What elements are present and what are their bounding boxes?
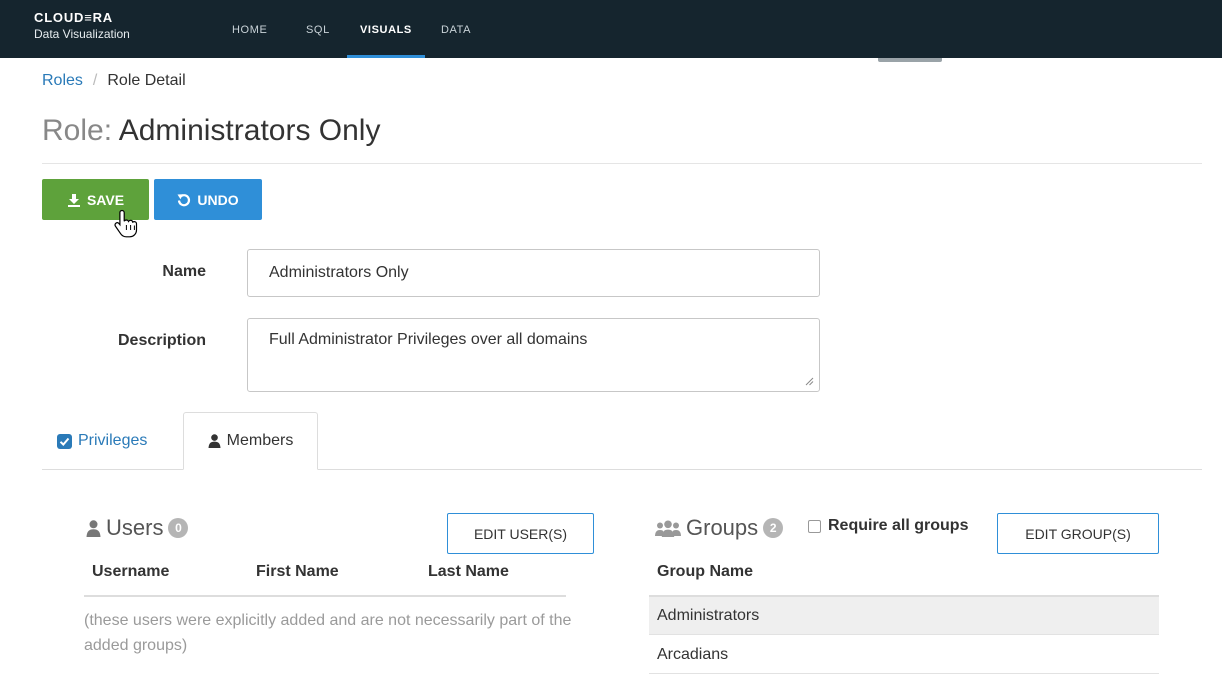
resize-grip-icon[interactable] [804, 376, 814, 386]
nav-sql[interactable]: SQL [306, 0, 330, 58]
title-divider [42, 163, 1202, 164]
save-label: SAVE [86, 191, 125, 208]
nav-home[interactable]: HOME [232, 0, 267, 58]
description-field[interactable]: Full Administrator Privileges over all d… [247, 318, 820, 392]
name-field[interactable] [247, 249, 820, 297]
groups-title: Groups [686, 515, 759, 540]
edit-users-button[interactable]: EDIT USER(S) [447, 513, 594, 554]
groups-count-badge: 2 [763, 518, 784, 538]
undo-button[interactable]: UNDO [154, 179, 262, 220]
scroll-indicator [878, 58, 942, 62]
description-label: Description [117, 332, 206, 349]
name-label: Name [162, 263, 206, 280]
brand-subtitle: Data Visualization [34, 27, 130, 41]
breadcrumb: Roles / Role Detail [42, 72, 186, 90]
require-all-groups-checkbox[interactable] [808, 519, 821, 533]
column-header-last-name: Last Name [428, 563, 509, 580]
users-count-badge: 0 [168, 518, 189, 538]
column-header-group-name: Group Name [657, 563, 754, 580]
page-title: Role: Administrators Only [42, 114, 380, 148]
nav-visuals[interactable]: VISUALS [347, 0, 425, 58]
group-icon [655, 520, 681, 537]
group-row[interactable]: Arcadians [649, 636, 1159, 674]
breadcrumb-separator: / [92, 72, 98, 89]
tab-members-label: Members [226, 432, 294, 449]
brand-name: CLOUD≡RA [34, 10, 113, 25]
users-empty-note: (these users were explicitly added and a… [84, 612, 572, 654]
breadcrumb-current: Role Detail [107, 72, 186, 89]
user-icon [86, 519, 101, 537]
checkbox-checked-icon [57, 433, 72, 449]
users-heading: Users 0 [86, 515, 189, 541]
tab-privileges-label: Privileges [78, 432, 148, 449]
undo-icon [177, 193, 191, 206]
breadcrumb-roles-link[interactable]: Roles [42, 72, 83, 89]
column-header-first-name: First Name [256, 563, 339, 580]
users-title: Users [106, 515, 164, 540]
require-all-groups-label: Require all groups [828, 517, 969, 534]
user-icon [208, 434, 221, 448]
groups-heading: Groups 2 [655, 515, 784, 541]
nav-data[interactable]: DATA [441, 0, 471, 58]
undo-label: UNDO [197, 191, 239, 208]
top-nav-bar: CLOUD≡RA Data Visualization HOME SQL VIS… [0, 0, 1222, 58]
column-header-username: Username [92, 563, 170, 580]
tab-privileges[interactable]: Privileges [57, 412, 147, 470]
page-title-prefix: Role: [42, 114, 113, 147]
group-row[interactable]: Administrators [649, 597, 1159, 635]
page-title-name: Administrators Only [118, 114, 381, 147]
download-icon [67, 193, 80, 207]
edit-groups-button[interactable]: EDIT GROUP(S) [997, 513, 1159, 554]
require-all-groups[interactable]: Require all groups [808, 517, 968, 535]
hand-pointer-cursor-icon [114, 209, 138, 238]
tab-members[interactable]: Members [183, 412, 318, 470]
users-table-divider [84, 595, 566, 597]
brand-logo[interactable]: CLOUD≡RA Data Visualization [34, 10, 130, 42]
